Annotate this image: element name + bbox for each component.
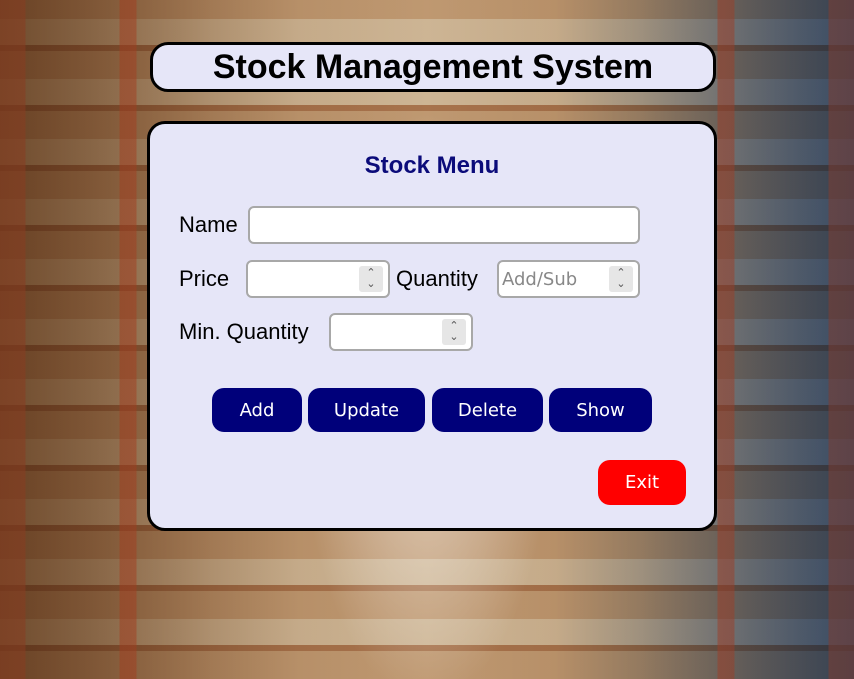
price-label: Price — [179, 266, 230, 291]
quantity-field-wrapper: ⌃⌄ — [497, 260, 640, 298]
quantity-label: Quantity — [396, 266, 478, 291]
price-spinner-icon[interactable]: ⌃ ⌄ — [359, 266, 383, 292]
app-title-banner: Stock Management System — [150, 42, 716, 92]
name-field-wrapper — [248, 206, 640, 244]
quantity-spinner-icon[interactable]: ⌃ ⌄ — [609, 266, 633, 292]
stock-menu-panel: Stock Menu Name Price ⌃⌄ Quantity ⌃⌄ Min… — [147, 121, 717, 531]
menu-title: Stock Menu — [364, 152, 500, 179]
app-title: Stock Management System — [212, 47, 654, 86]
show-button[interactable]: Show — [549, 388, 652, 432]
add-button[interactable]: Add — [212, 388, 302, 432]
delete-button[interactable]: Delete — [432, 388, 543, 432]
name-label: Name — [179, 212, 238, 237]
min-quantity-field-wrapper: ⌃ ⌄ — [329, 313, 473, 351]
min-quantity-spinner-icon[interactable]: ⌃ ⌄ — [442, 319, 466, 345]
name-input[interactable] — [250, 208, 638, 242]
update-button[interactable]: Update — [308, 388, 425, 432]
exit-button[interactable]: Exit — [598, 460, 686, 505]
price-field-wrapper: ⌃ ⌄ — [246, 260, 390, 298]
min-quantity-label: Min. Quantity — [179, 319, 309, 344]
